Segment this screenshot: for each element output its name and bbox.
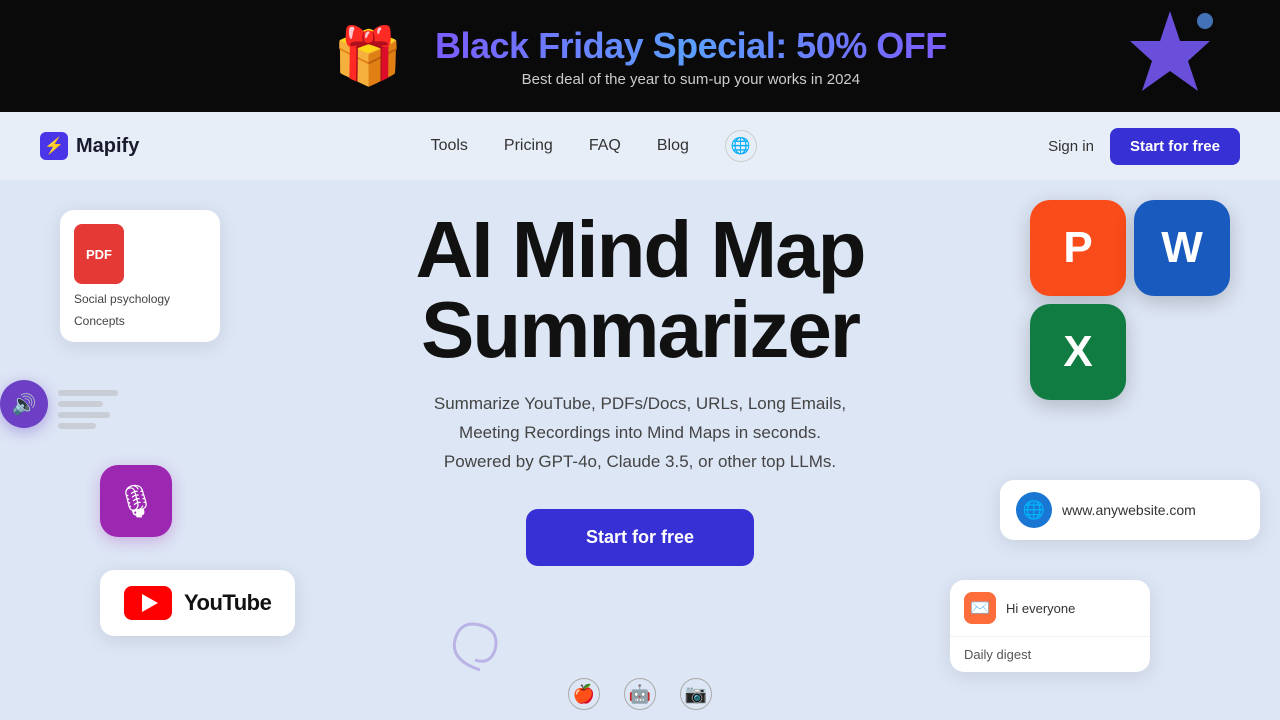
youtube-icon <box>124 586 172 620</box>
email-header: ✉️ Hi everyone <box>950 580 1150 637</box>
play-triangle <box>142 594 158 612</box>
platform-icons: 🍎 🤖 📷 <box>568 678 712 710</box>
star-decoration <box>1120 6 1220 106</box>
nav-actions: Sign in Start for free <box>1048 128 1240 165</box>
nav-pricing[interactable]: Pricing <box>504 137 553 155</box>
android-icon: 🤖 <box>624 678 656 710</box>
camera-icon: 📷 <box>680 678 712 710</box>
nav-tools[interactable]: Tools <box>431 137 468 155</box>
banner-text: Black Friday Special: 50% OFF Best deal … <box>435 25 947 88</box>
powerpoint-icon: P <box>1030 200 1126 296</box>
youtube-card: YouTube <box>100 570 295 636</box>
banner-title: Black Friday Special: 50% OFF <box>435 25 947 67</box>
word-icon: W <box>1134 200 1230 296</box>
banner-decoration <box>1120 0 1220 112</box>
email-subject: Hi everyone <box>1006 601 1075 616</box>
pdf-tag-1: Social psychology <box>74 292 206 306</box>
banner-subtitle: Best deal of the year to sum-up your wor… <box>435 71 947 88</box>
signin-button[interactable]: Sign in <box>1048 138 1094 155</box>
globe-icon: 🌐 <box>1016 492 1052 528</box>
hero-section: PDF Social psychology Concepts 🔊 🎙 YouTu… <box>0 180 1280 720</box>
logo[interactable]: ⚡ Mapify <box>40 132 139 160</box>
line-1 <box>58 390 118 396</box>
email-icon: ✉️ <box>964 592 996 624</box>
line-4 <box>58 423 96 429</box>
start-free-hero-button[interactable]: Start for free <box>526 509 754 566</box>
email-tag: Daily digest <box>950 637 1150 672</box>
audio-lines <box>58 390 118 429</box>
pdf-icon: PDF <box>74 224 124 284</box>
nav-faq[interactable]: FAQ <box>589 137 621 155</box>
hero-title: AI Mind Map Summarizer <box>320 210 960 370</box>
audio-icon: 🔊 <box>0 380 48 428</box>
apple-icon: 🍎 <box>568 678 600 710</box>
hero-title-line2: Summarizer <box>421 285 859 374</box>
hero-description: Summarize YouTube, PDFs/Docs, URLs, Long… <box>320 390 960 477</box>
line-2 <box>58 401 103 407</box>
hero-content: AI Mind Map Summarizer Summarize YouTube… <box>320 210 960 566</box>
youtube-label: YouTube <box>184 590 271 616</box>
logo-text: Mapify <box>76 135 139 158</box>
nav-links: Tools Pricing FAQ Blog 🌐 <box>431 130 757 162</box>
excel-icon: X <box>1030 304 1126 400</box>
language-button[interactable]: 🌐 <box>725 130 757 162</box>
start-free-nav-button[interactable]: Start for free <box>1110 128 1240 165</box>
logo-icon: ⚡ <box>40 132 68 160</box>
line-3 <box>58 412 110 418</box>
navbar: ⚡ Mapify Tools Pricing FAQ Blog 🌐 Sign i… <box>0 112 1280 180</box>
podcast-icon: 🎙 <box>100 465 172 537</box>
pdf-card: PDF Social psychology Concepts <box>60 210 220 342</box>
gift-icon: 🎁 <box>333 23 403 89</box>
email-card: ✉️ Hi everyone Daily digest <box>950 580 1150 672</box>
promo-banner: 🎁 Black Friday Special: 50% OFF Best dea… <box>0 0 1280 112</box>
nav-blog[interactable]: Blog <box>657 137 689 155</box>
hero-title-line1: AI Mind Map <box>415 205 864 294</box>
website-card: 🌐 www.anywebsite.com <box>1000 480 1260 540</box>
pdf-tag-2: Concepts <box>74 314 206 328</box>
swirl-decoration <box>440 600 520 680</box>
ms-icons-group: P W X <box>1030 200 1230 400</box>
website-url: www.anywebsite.com <box>1062 502 1196 518</box>
